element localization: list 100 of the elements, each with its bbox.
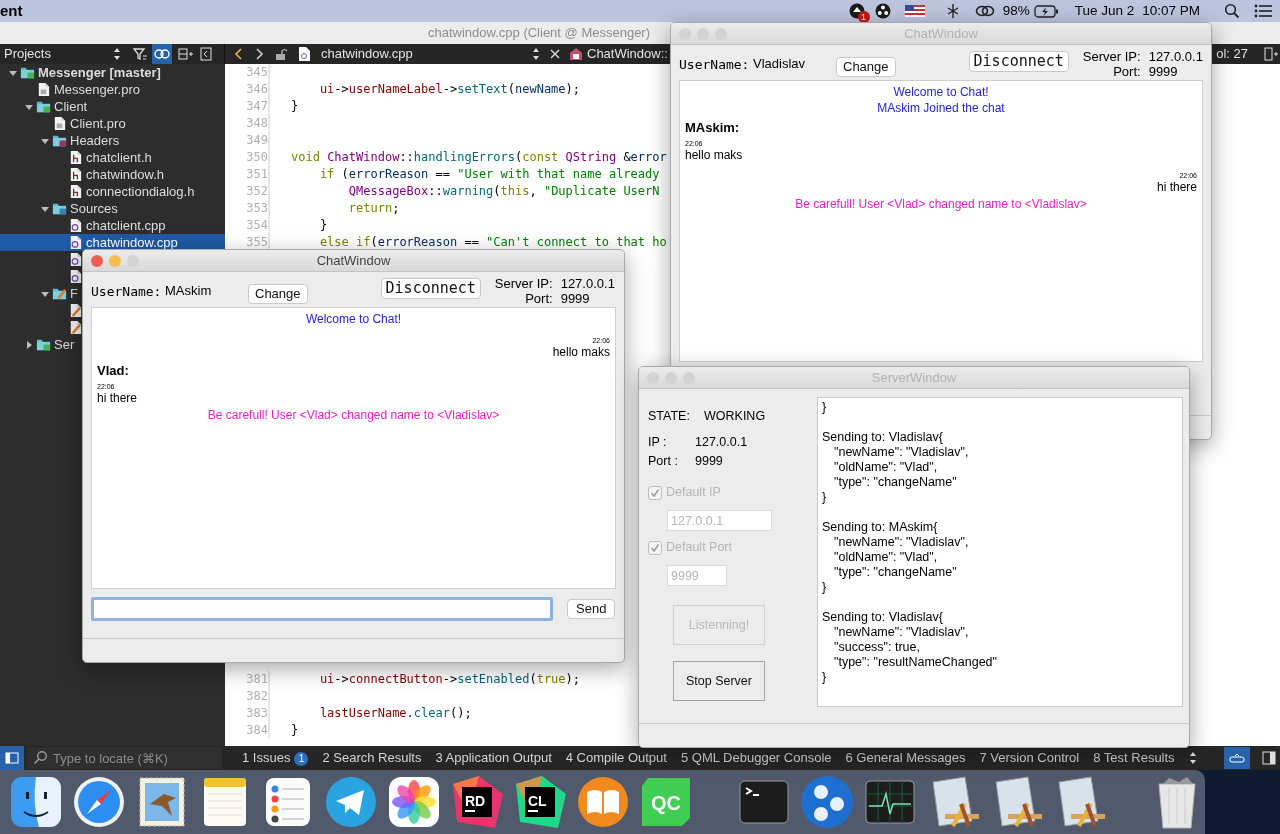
menubar-date[interactable]: Tue Jun 2 <box>1074 0 1135 22</box>
output-tab[interactable]: 2 Search Results <box>314 746 428 770</box>
split-icon[interactable] <box>1264 47 1278 61</box>
close-button[interactable] <box>91 255 103 267</box>
checkmark-icon <box>650 542 660 553</box>
window-title: chatwindow.cpp (Client @ Messenger) <box>428 25 650 40</box>
port-value: 9999 <box>1148 64 1179 79</box>
list-icon[interactable] <box>1254 4 1272 18</box>
server-button[interactable]: Stop Server <box>673 661 765 701</box>
split-icon[interactable] <box>178 47 194 61</box>
file-icon <box>52 116 67 131</box>
menubar-clock[interactable]: 10:07 PM <box>1142 0 1200 22</box>
disconnect-button[interactable]: Disconnect <box>968 51 1069 72</box>
link-icon <box>154 49 170 59</box>
field-label: IP : <box>648 434 668 451</box>
updown-arrows-icon[interactable] <box>1188 751 1198 765</box>
log-line: "oldName": "Vlad", <box>833 460 939 475</box>
output-tab[interactable]: 8 Test Results <box>1085 746 1181 770</box>
updown-arrows-icon[interactable] <box>531 47 541 61</box>
filter-icon[interactable] <box>132 47 148 61</box>
paper-plane-icon[interactable] <box>323 774 379 830</box>
log-line: "newName": "Vladislav", <box>833 535 970 550</box>
panel-icon[interactable] <box>1262 751 1276 765</box>
port-label: Port: <box>1112 64 1141 79</box>
panel-icon <box>1229 753 1245 763</box>
battery-icon[interactable] <box>1033 4 1059 18</box>
field-value: 9999 <box>695 454 723 468</box>
dots-circle-icon[interactable] <box>874 3 891 19</box>
updown-arrows-icon[interactable] <box>112 47 122 61</box>
sender-name: MAskim: <box>685 119 740 137</box>
smiling-face-icon[interactable] <box>8 774 64 830</box>
search-icon[interactable] <box>1224 3 1240 19</box>
line-number: 349 <box>245 132 268 149</box>
flag-icon[interactable] <box>904 5 925 17</box>
message-input[interactable] <box>91 597 553 621</box>
expand-arrow-icon[interactable] <box>24 339 34 350</box>
code-line: else if(errorReason == "Can't connect to that ho <box>318 234 667 251</box>
line-number: 384 <box>245 722 268 739</box>
sidebar-icon <box>5 752 19 764</box>
code-line: } <box>291 98 299 115</box>
server-ip-label: Server IP: <box>494 276 553 291</box>
checkbox-label: Default IP <box>666 484 721 501</box>
flower-icon[interactable] <box>386 774 442 830</box>
tree-item[interactable]: connectiondialog.h <box>0 183 195 200</box>
source-file-icon <box>68 235 83 250</box>
tree-item[interactable]: chatclient.cpp <box>0 217 166 234</box>
tree-item[interactable]: Sources <box>0 200 118 217</box>
tree-item[interactable]: Client <box>0 98 88 115</box>
locate-field[interactable]: Type to locate (⌘K) <box>27 747 222 769</box>
change-button[interactable]: Change <box>248 284 308 304</box>
panel-selector[interactable]: Projects <box>4 44 112 64</box>
log-line: Sending to: Vladislav{ <box>822 610 944 625</box>
window-title: ChatWindow <box>316 251 391 270</box>
three-dots-orb-icon[interactable] <box>799 774 855 830</box>
tree-item[interactable]: chatwindow.cpp <box>0 234 225 251</box>
link-icon[interactable] <box>974 4 995 18</box>
compass-icon[interactable] <box>71 774 127 830</box>
symbol-selector[interactable]: ChatWindow:: <box>587 44 668 64</box>
close-icon[interactable] <box>549 48 561 60</box>
lock-icon[interactable] <box>275 47 287 61</box>
log-line: "success": true, <box>833 640 921 655</box>
output-tab[interactable]: 1 Issues 1 <box>234 746 315 770</box>
log-line: "type": "changeName" <box>833 565 958 580</box>
tree-item[interactable]: Headers <box>0 132 120 149</box>
line-number: 345 <box>245 64 268 81</box>
output-tab[interactable]: 6 General Messages <box>837 746 972 770</box>
sidebar-toggle-button[interactable] <box>0 746 24 770</box>
message-text: hi there <box>97 390 138 405</box>
file-icon <box>36 82 51 97</box>
code-line: return; <box>347 200 400 217</box>
log-line: } <box>822 400 828 415</box>
header-file-icon <box>68 184 83 199</box>
app-menu[interactable]: ent <box>0 0 23 23</box>
field-label: STATE: <box>648 408 691 425</box>
output-tab[interactable]: 7 Version Control <box>971 746 1086 770</box>
line-number: 355 <box>245 234 268 251</box>
log-line: "newName": "Vladislav", <box>833 625 970 640</box>
link-button[interactable] <box>152 44 172 64</box>
change-button[interactable]: Change <box>836 57 896 77</box>
tree-item[interactable]: Client.pro <box>0 115 126 132</box>
system-message: Welcome to Chat! <box>304 311 403 327</box>
panel-icon[interactable] <box>200 47 212 61</box>
log-line: } <box>822 490 828 505</box>
send-button[interactable]: Send <box>567 599 616 619</box>
tree-item[interactable]: chatwindow.h <box>0 166 165 183</box>
disconnect-button[interactable]: Disconnect <box>380 278 481 299</box>
output-toggle-button[interactable] <box>1224 747 1250 769</box>
line-number: 351 <box>245 166 268 183</box>
tree-item[interactable]: Messenger [master] <box>0 64 161 81</box>
tree-item[interactable]: Messenger.pro <box>0 81 140 98</box>
header-file-icon <box>68 167 83 182</box>
tree-item[interactable]: Ser <box>0 336 75 353</box>
file-selector[interactable]: chatwindow.cpp <box>321 44 531 64</box>
output-tab[interactable]: 3 Application Output <box>427 746 558 770</box>
project-folder-icon <box>36 337 51 352</box>
tree-item[interactable]: chatclient.h <box>0 149 152 166</box>
output-tab[interactable]: 4 Compile Output <box>557 746 673 770</box>
output-tab[interactable]: 5 QML Debugger Console <box>672 746 838 770</box>
tree-item[interactable]: F <box>0 285 78 302</box>
open-book-icon[interactable] <box>575 774 631 830</box>
